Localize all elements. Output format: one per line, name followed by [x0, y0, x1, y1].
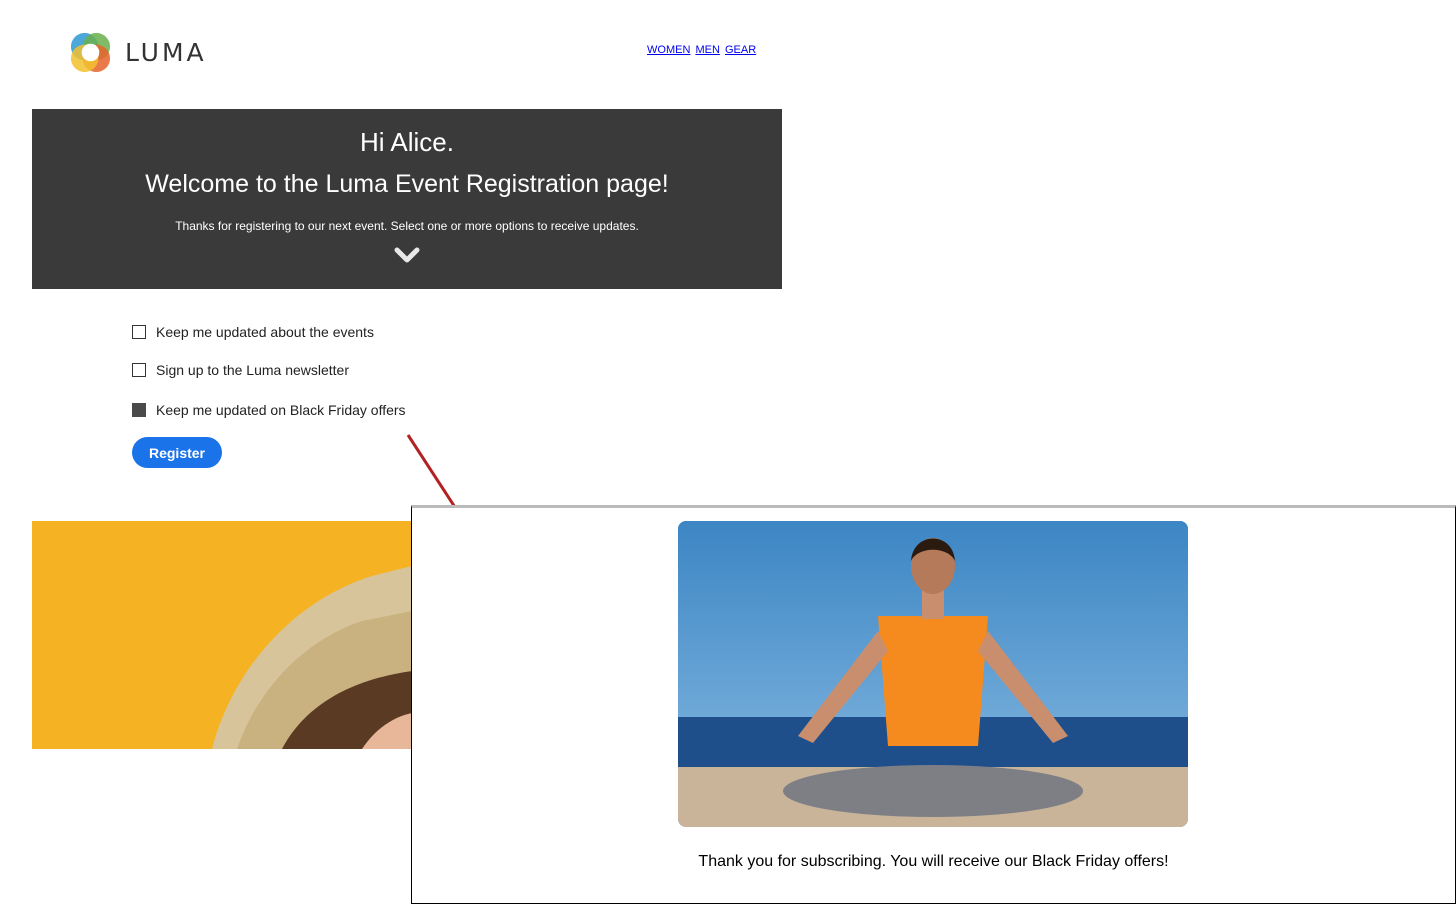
yoga-photo: [678, 521, 1188, 827]
option-label: Keep me updated about the events: [156, 324, 374, 340]
nav-link-women[interactable]: WOMEN: [647, 44, 690, 56]
option-events[interactable]: Keep me updated about the events: [132, 324, 374, 340]
page: LUMA WOMEN MEN GEAR Hi Alice. Welcome to…: [0, 0, 1456, 904]
top-nav: WOMEN MEN GEAR: [647, 44, 758, 56]
page-title: Welcome to the Luma Event Registration p…: [145, 170, 669, 198]
yoga-woman-image: [678, 521, 1188, 827]
luma-logo[interactable]: LUMA: [68, 29, 218, 75]
luma-logo-icon: [70, 32, 111, 72]
hero-banner: Hi Alice. Welcome to the Luma Event Regi…: [32, 109, 782, 289]
promo-image: [32, 521, 412, 749]
checkbox-events[interactable]: [132, 325, 146, 339]
hero-subtitle: Thanks for registering to our next event…: [175, 219, 639, 233]
woman-hat-image: [32, 521, 412, 749]
checkbox-black-friday[interactable]: [132, 403, 146, 417]
register-button[interactable]: Register: [132, 437, 222, 468]
option-newsletter[interactable]: Sign up to the Luma newsletter: [132, 362, 349, 378]
greeting: Hi Alice.: [360, 127, 454, 157]
nav-link-gear[interactable]: GEAR: [725, 44, 756, 56]
brand-name: LUMA: [125, 37, 207, 67]
option-label: Sign up to the Luma newsletter: [156, 362, 350, 378]
confirmation-message: Thank you for subscribing. You will rece…: [698, 853, 1169, 870]
option-label: Keep me updated on Black Friday offers: [156, 402, 406, 418]
confirmation-popup: Thank you for subscribing. You will rece…: [411, 505, 1456, 904]
option-black-friday[interactable]: Keep me updated on Black Friday offers: [132, 402, 406, 418]
checkbox-newsletter[interactable]: [132, 363, 146, 377]
nav-link-men[interactable]: MEN: [695, 44, 719, 56]
chevron-down-icon: [394, 247, 420, 263]
